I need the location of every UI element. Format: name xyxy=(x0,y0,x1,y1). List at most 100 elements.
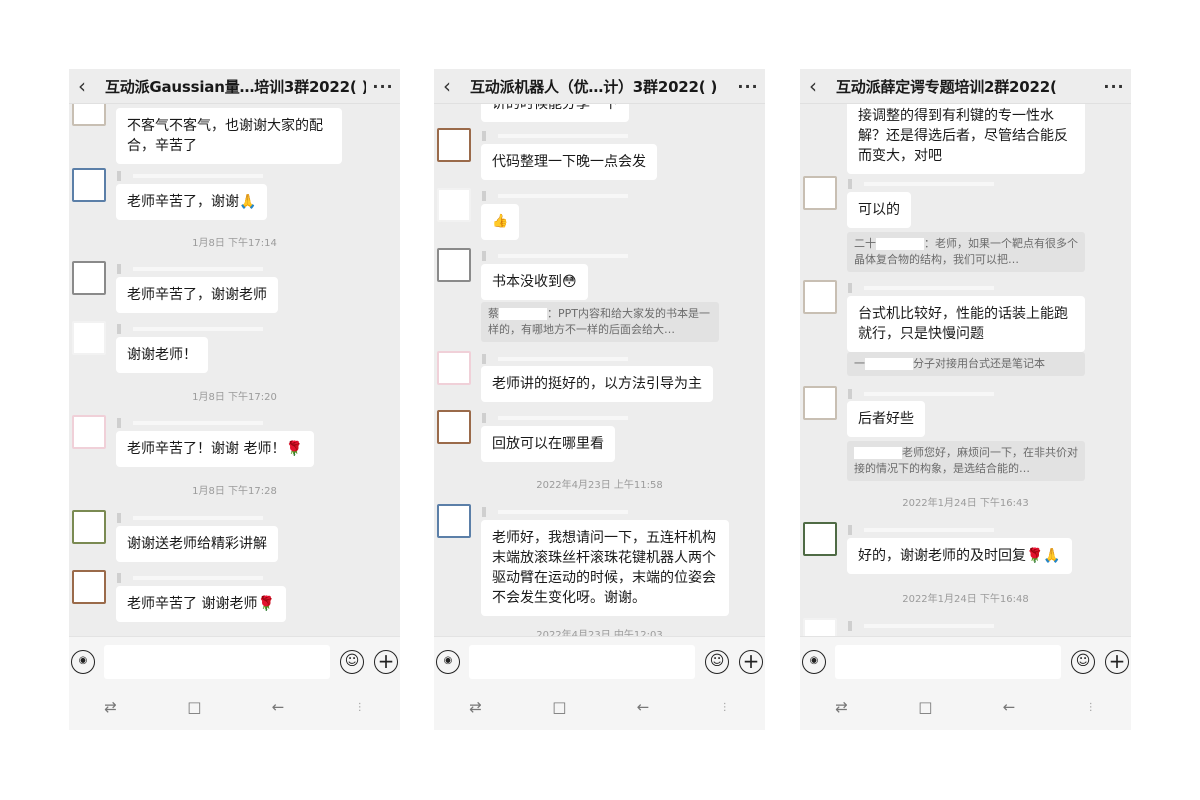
sender-name xyxy=(117,324,272,334)
avatar[interactable] xyxy=(72,104,106,126)
message-list[interactable]: 接调整的得到有利键的专一性水解？还是得选后者，尽管结合能反而变大，对吧 可以的 … xyxy=(800,104,1131,636)
avatar[interactable] xyxy=(72,261,106,295)
message-bubble[interactable]: 后者好些 xyxy=(847,401,925,437)
back-arrow-icon[interactable]: ← xyxy=(637,698,650,716)
smiley-icon[interactable]: ☺ xyxy=(340,650,364,674)
menu-icon[interactable]: ⋮ xyxy=(1086,702,1096,713)
message-bubble[interactable]: 老师辛苦了！谢谢 老师！🌹 xyxy=(116,431,314,467)
avatar[interactable] xyxy=(72,415,106,449)
avatar[interactable] xyxy=(72,168,106,202)
message-list[interactable]: 不客气不客气，也谢谢大家的配合，辛苦了 老师辛苦了，谢谢🙏 1月8日 下午17:… xyxy=(69,104,400,636)
message-bubble[interactable]: 可以的 xyxy=(847,192,911,228)
quoted-message[interactable]: 蔡：PPT内容和给大家发的书本是一样的，有哪地方不一样的后面会给大… xyxy=(481,302,719,342)
back-chevron-icon[interactable]: ‹ xyxy=(800,69,826,104)
sender-name xyxy=(848,389,1003,399)
message-bubble[interactable]: 代码整理一下晚一点会发 xyxy=(481,144,657,180)
avatar[interactable] xyxy=(803,386,837,420)
sender-name xyxy=(482,131,637,141)
chat-screen-2: ‹ 互动派机器人（优…计）3群2022( ) ··· 讲的时候能分享一下 代码整… xyxy=(434,69,765,730)
message-bubble[interactable]: 谢谢送老师给精彩讲解 xyxy=(116,526,278,562)
more-dots-icon[interactable]: ··· xyxy=(1097,77,1131,96)
chat-screen-3: ‹ 互动派薛定谔专题培训2群2022( ··· 接调整的得到有利键的专一性水解？… xyxy=(800,69,1131,730)
avatar[interactable] xyxy=(437,504,471,538)
chat-title: 互动派薛定谔专题培训2群2022( xyxy=(836,77,1057,96)
plus-icon[interactable]: + xyxy=(739,650,763,674)
back-arrow-icon[interactable]: ← xyxy=(272,698,285,716)
smiley-icon[interactable]: ☺ xyxy=(705,650,729,674)
avatar[interactable] xyxy=(803,176,837,210)
sender-name xyxy=(117,264,272,274)
avatar[interactable] xyxy=(803,618,837,636)
avatar[interactable] xyxy=(437,351,471,385)
message-bubble[interactable]: 不客气不客气，也谢谢大家的配合，辛苦了 xyxy=(116,108,342,164)
plus-icon[interactable]: + xyxy=(1105,650,1129,674)
message-list[interactable]: 讲的时候能分享一下 代码整理一下晚一点会发 👍 书本没收到😳 蔡：PPT内容和给… xyxy=(434,104,765,636)
avatar[interactable] xyxy=(72,570,106,604)
message-bubble[interactable]: 👍 xyxy=(481,204,520,240)
message-input[interactable] xyxy=(469,645,695,679)
message-bubble[interactable]: 书本没收到😳 xyxy=(481,264,588,300)
sender-name xyxy=(117,418,272,428)
avatar[interactable] xyxy=(437,188,471,222)
chat-header: ‹ 互动派薛定谔专题培训2群2022( ··· xyxy=(800,69,1131,104)
message-bubble[interactable]: 好的，谢谢老师的及时回复🌹🙏 xyxy=(847,538,1072,574)
avatar[interactable] xyxy=(437,248,471,282)
message-input[interactable] xyxy=(835,645,1061,679)
home-square-icon[interactable]: □ xyxy=(187,698,201,716)
sender-name xyxy=(848,283,1003,293)
switch-icon[interactable]: ⇄ xyxy=(835,698,848,716)
more-dots-icon[interactable]: ··· xyxy=(731,77,765,96)
message-bubble[interactable]: 回放可以在哪里看 xyxy=(481,426,615,462)
timestamp: 2022年4月23日 上午11:58 xyxy=(536,480,663,491)
sender-name xyxy=(117,513,272,523)
timestamp: 2022年1月24日 下午16:48 xyxy=(902,594,1029,605)
avatar[interactable] xyxy=(72,321,106,355)
system-nav-bar: ⇄ □ ← ⋮ xyxy=(69,684,400,730)
avatar[interactable] xyxy=(437,128,471,162)
more-dots-icon[interactable]: ··· xyxy=(366,77,400,96)
message-bubble[interactable]: 讲的时候能分享一下 xyxy=(481,104,629,122)
system-nav-bar: ⇄ □ ← ⋮ xyxy=(800,684,1131,730)
timestamp: 1月8日 下午17:28 xyxy=(192,486,277,497)
sender-name xyxy=(117,573,272,583)
switch-icon[interactable]: ⇄ xyxy=(104,698,117,716)
avatar[interactable] xyxy=(437,410,471,444)
message-bubble[interactable]: 老师辛苦了，谢谢老师 xyxy=(116,277,278,313)
quoted-message[interactable]: 老师您好，麻烦问一下，在非共价对接的情况下的构象，是选结合能的… xyxy=(847,441,1085,481)
avatar[interactable] xyxy=(72,510,106,544)
home-square-icon[interactable]: □ xyxy=(918,698,932,716)
avatar[interactable] xyxy=(803,280,837,314)
quoted-message[interactable]: 二十 ：老师，如果一个靶点有很多个晶体复合物的结构，我们可以把… xyxy=(847,232,1085,272)
message-bubble[interactable]: 谢谢老师！ xyxy=(116,337,208,373)
message-bubble[interactable]: 台式机比较好，性能的话装上能跑就行，只是快慢问题 xyxy=(847,296,1085,352)
smiley-icon[interactable]: ☺ xyxy=(1071,650,1095,674)
back-chevron-icon[interactable]: ‹ xyxy=(434,69,460,104)
switch-icon[interactable]: ⇄ xyxy=(469,698,482,716)
menu-icon[interactable]: ⋮ xyxy=(355,702,365,713)
message-bubble[interactable]: 老师好，我想请问一下，五连杆机构末端放滚珠丝杆滚珠花键机器人两个驱动臂在运动的时… xyxy=(481,520,729,616)
message-bubble[interactable]: 老师辛苦了 谢谢老师🌹 xyxy=(116,586,286,622)
voice-icon[interactable]: ◉ xyxy=(71,650,95,674)
home-square-icon[interactable]: □ xyxy=(552,698,566,716)
message-bubble[interactable]: 接调整的得到有利键的专一性水解？还是得选后者，尽管结合能反而变大，对吧 xyxy=(847,104,1085,174)
chat-header: ‹ 互动派机器人（优…计）3群2022( ) ··· xyxy=(434,69,765,104)
chat-title: 互动派机器人（优…计）3群2022( ) xyxy=(470,77,718,96)
chat-header: ‹ 互动派Gaussian量…培训3群2022( ) ··· xyxy=(69,69,400,104)
sender-name xyxy=(848,525,1003,535)
sender-name xyxy=(482,507,637,517)
quote-prefix: 蔡 xyxy=(488,307,499,320)
message-bubble[interactable]: 老师辛苦了，谢谢🙏 xyxy=(116,184,268,220)
back-arrow-icon[interactable]: ← xyxy=(1003,698,1016,716)
message-input[interactable] xyxy=(104,645,330,679)
system-nav-bar: ⇄ □ ← ⋮ xyxy=(434,684,765,730)
voice-icon[interactable]: ◉ xyxy=(436,650,460,674)
message-bubble[interactable]: 老师讲的挺好的，以方法引导为主 xyxy=(481,366,713,402)
chat-screen-1: ‹ 互动派Gaussian量…培训3群2022( ) ··· 不客气不客气，也谢… xyxy=(69,69,400,730)
avatar[interactable] xyxy=(803,522,837,556)
voice-icon[interactable]: ◉ xyxy=(802,650,826,674)
plus-icon[interactable]: + xyxy=(374,650,398,674)
quoted-message[interactable]: 一 分子对接用台式还是笔记本 xyxy=(847,352,1085,376)
back-chevron-icon[interactable]: ‹ xyxy=(69,69,95,104)
sender-name xyxy=(848,179,1003,189)
menu-icon[interactable]: ⋮ xyxy=(720,702,730,713)
